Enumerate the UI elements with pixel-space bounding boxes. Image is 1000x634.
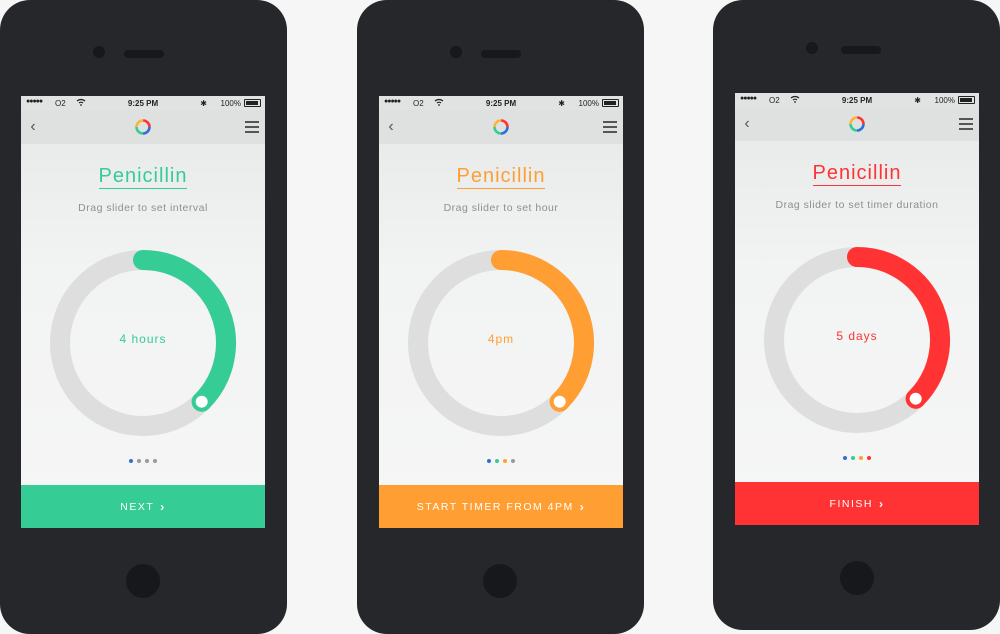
phone-2: ●●●●● O2 9:25 PM ✱ 100% ‹ Penicillin Dra… — [357, 0, 644, 634]
medication-title: Penicillin — [98, 165, 188, 189]
bluetooth-icon: ✱ — [200, 99, 207, 108]
page-dot — [511, 459, 515, 463]
status-bar: ●●●●● O2 9:25 PM ✱ 100% — [379, 96, 623, 110]
next-button-label: NEXT — [120, 500, 155, 513]
screen-3: ●●●●● O2 9:25 PM ✱ 100% ‹ Penicillin Dra… — [735, 93, 979, 525]
bluetooth-icon: ✱ — [558, 99, 565, 108]
dial-value: 5 days — [836, 329, 878, 343]
page-dot — [153, 459, 157, 463]
nav-bar: ‹ — [379, 110, 623, 144]
page-dot — [145, 459, 149, 463]
start-timer-button[interactable]: START TIMER FROM 4PM › — [379, 485, 623, 528]
slider-progress-arc — [133, 250, 236, 412]
battery-icon — [244, 99, 261, 107]
start-timer-button-label: START TIMER FROM 4PM — [416, 500, 574, 513]
page-dot — [137, 459, 141, 463]
menu-icon[interactable] — [245, 121, 259, 133]
logo-icon — [493, 119, 509, 135]
page-indicator — [21, 459, 265, 463]
bluetooth-icon: ✱ — [914, 96, 921, 105]
home-button[interactable] — [483, 564, 517, 598]
next-button[interactable]: NEXT › — [21, 485, 265, 528]
logo-icon — [849, 116, 865, 132]
back-icon[interactable]: ‹ — [385, 119, 397, 135]
home-button[interactable] — [840, 561, 874, 595]
phone-3: ●●●●● O2 9:25 PM ✱ 100% ‹ Penicillin Dra… — [713, 0, 1000, 630]
battery-icon — [958, 96, 975, 104]
page-dot — [851, 456, 855, 460]
chevron-right-icon: › — [579, 499, 586, 514]
battery-icon — [602, 99, 619, 107]
chevron-right-icon: › — [878, 496, 885, 511]
page-dot — [867, 456, 871, 460]
camera — [93, 46, 105, 58]
nav-bar: ‹ — [735, 107, 979, 141]
home-button[interactable] — [126, 564, 160, 598]
page-dot — [843, 456, 847, 460]
dial-value: 4 hours — [119, 332, 167, 346]
status-bar: ●●●●● O2 9:25 PM ✱ 100% — [21, 96, 265, 110]
battery-percent: 100% — [578, 99, 599, 108]
battery-percent: 100% — [934, 96, 955, 105]
speaker — [481, 50, 521, 58]
page-dot — [503, 459, 507, 463]
nav-bar: ‹ — [21, 110, 265, 144]
instruction-text: Drag slider to set hour — [443, 202, 559, 214]
finish-button-label: FINISH — [829, 497, 873, 510]
page-dot — [129, 459, 133, 463]
screen-2: ●●●●● O2 9:25 PM ✱ 100% ‹ Penicillin Dra… — [379, 96, 623, 528]
phone-1: ●●●●● O2 9:25 PM ✱ 100% ‹ Penicillin Dra… — [0, 0, 287, 634]
logo-icon — [135, 119, 151, 135]
slider-handle[interactable] — [191, 391, 212, 412]
page-dot — [495, 459, 499, 463]
medication-title: Penicillin — [456, 165, 546, 189]
back-icon[interactable]: ‹ — [741, 116, 753, 132]
back-icon[interactable]: ‹ — [27, 119, 39, 135]
speaker — [124, 50, 164, 58]
screen-1: ●●●●● O2 9:25 PM ✱ 100% ‹ Penicillin Dra… — [21, 96, 265, 528]
page-indicator — [379, 459, 623, 463]
slider-handle[interactable] — [905, 388, 926, 409]
camera — [806, 42, 818, 54]
page-indicator — [735, 456, 979, 460]
menu-icon[interactable] — [959, 118, 973, 130]
slider-progress-arc — [847, 247, 950, 409]
slider-handle[interactable] — [549, 391, 570, 412]
speaker — [841, 46, 881, 54]
finish-button[interactable]: FINISH › — [735, 482, 979, 525]
instruction-text: Drag slider to set timer duration — [775, 199, 939, 211]
camera — [450, 46, 462, 58]
page-dot — [487, 459, 491, 463]
chevron-right-icon: › — [160, 499, 166, 514]
menu-icon[interactable] — [603, 121, 617, 133]
status-bar: ●●●●● O2 9:25 PM ✱ 100% — [735, 93, 979, 107]
instruction-text: Drag slider to set interval — [78, 202, 208, 214]
dial-value: 4pm — [487, 332, 515, 346]
slider-progress-arc — [491, 250, 594, 412]
battery-percent: 100% — [220, 99, 241, 108]
medication-title: Penicillin — [812, 162, 902, 186]
page-dot — [859, 456, 863, 460]
